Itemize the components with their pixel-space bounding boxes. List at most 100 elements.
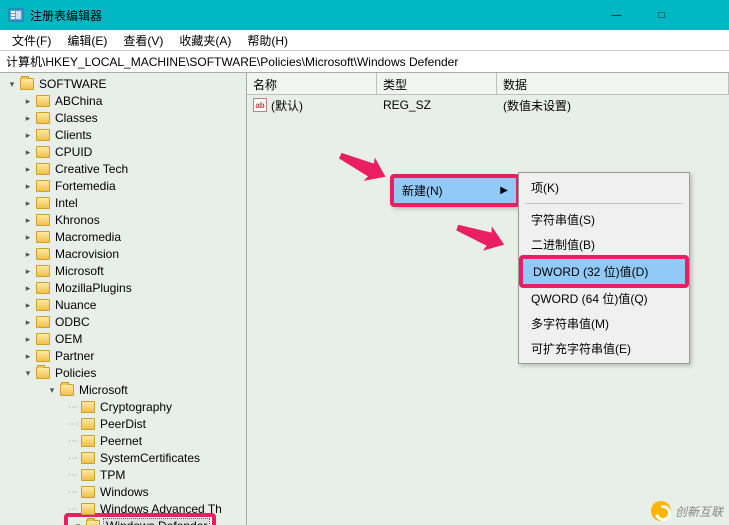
expander-right-icon[interactable]: ▸: [22, 231, 34, 243]
tree-node[interactable]: ▸OEM: [0, 331, 246, 347]
expander-right-icon[interactable]: ▸: [22, 248, 34, 260]
tree-node[interactable]: ▸CPUID: [0, 144, 246, 160]
tree-node[interactable]: ▸Macrovision: [0, 246, 246, 262]
menu-view[interactable]: 查看(V): [115, 30, 171, 51]
tree-node[interactable]: ⋯Windows: [0, 484, 246, 500]
menu-file[interactable]: 文件(F): [4, 30, 59, 51]
menu-item-string[interactable]: 字符串值(S): [521, 207, 687, 232]
annotation-arrow-icon: [451, 215, 508, 260]
menu-item-dword[interactable]: DWORD (32 位)值(D): [523, 259, 685, 284]
menu-item-binary[interactable]: 二进制值(B): [521, 232, 687, 257]
menu-item-multistring[interactable]: 多字符串值(M): [521, 311, 687, 336]
menu-edit[interactable]: 编辑(E): [59, 30, 115, 51]
folder-icon: [81, 401, 95, 413]
expander-down-icon[interactable]: ▾: [22, 367, 34, 379]
folder-icon: [36, 316, 50, 328]
tree-node[interactable]: ▸Fortemedia: [0, 178, 246, 194]
watermark-text: 创新互联: [675, 503, 723, 520]
expander-right-icon[interactable]: ▸: [22, 333, 34, 345]
maximize-button[interactable]: □: [639, 0, 684, 30]
menu-help[interactable]: 帮助(H): [239, 30, 296, 51]
minimize-button[interactable]: —: [594, 0, 639, 30]
tree-node[interactable]: ▾Policies: [0, 365, 246, 381]
expander-right-icon[interactable]: ▸: [22, 112, 34, 124]
window-title: 注册表编辑器: [30, 7, 594, 24]
tree-node[interactable]: ▸Clients: [0, 127, 246, 143]
tree-node[interactable]: ▸ODBC: [0, 314, 246, 330]
expander-right-icon[interactable]: ▸: [22, 129, 34, 141]
column-header-type[interactable]: 类型: [377, 73, 497, 94]
expander-right-icon[interactable]: ▸: [22, 316, 34, 328]
menu-item-new[interactable]: 新建(N) ▶: [394, 178, 516, 203]
tree-node[interactable]: ▸Partner: [0, 348, 246, 364]
menu-item-key[interactable]: 项(K): [521, 175, 687, 200]
tree-node[interactable]: ▸Macromedia: [0, 229, 246, 245]
tree-guide-icon: ⋯: [68, 453, 77, 464]
folder-icon: [36, 214, 50, 226]
column-header-name[interactable]: 名称: [247, 73, 377, 94]
folder-icon: [36, 146, 50, 158]
column-header-data[interactable]: 数据: [497, 73, 729, 94]
tree-node[interactable]: ▸Microsoft: [0, 263, 246, 279]
folder-icon: [36, 112, 50, 124]
expander-right-icon[interactable]: ▸: [22, 95, 34, 107]
tree-node[interactable]: ⋯SystemCertificates: [0, 450, 246, 466]
tree-node[interactable]: ⋯Cryptography: [0, 399, 246, 415]
tree-node[interactable]: ▸Classes: [0, 110, 246, 126]
expander-right-icon[interactable]: ▸: [22, 299, 34, 311]
expander-down-icon[interactable]: ▾: [46, 384, 58, 396]
folder-icon: [20, 78, 34, 90]
folder-icon: [60, 384, 74, 396]
folder-icon: [36, 163, 50, 175]
tree-node[interactable]: ▸Nuance: [0, 297, 246, 313]
highlight-annotation: DWORD (32 位)值(D): [519, 255, 689, 288]
tree-node-windows-defender[interactable]: ▾ Windows Defender: [0, 518, 246, 525]
tree-node[interactable]: ▸ABChina: [0, 93, 246, 109]
menu-favorites[interactable]: 收藏夹(A): [171, 30, 239, 51]
menu-item-qword[interactable]: QWORD (64 位)值(Q): [521, 286, 687, 311]
folder-icon: [36, 282, 50, 294]
address-bar[interactable]: 计算机\HKEY_LOCAL_MACHINE\SOFTWARE\Policies…: [0, 51, 729, 73]
menu-item-expandstring[interactable]: 可扩充字符串值(E): [521, 336, 687, 361]
tree-guide-icon: ⋯: [68, 402, 77, 413]
expander-down-icon[interactable]: ▾: [6, 78, 18, 90]
watermark: 创新互联: [651, 501, 723, 521]
tree-node-microsoft[interactable]: ▾ Microsoft: [0, 382, 246, 398]
tree-node[interactable]: ⋯PeerDist: [0, 416, 246, 432]
watermark-logo-icon: [651, 501, 671, 521]
folder-icon: [81, 418, 95, 430]
tree-node[interactable]: ▸MozillaPlugins: [0, 280, 246, 296]
tree-node[interactable]: ⋯Peernet: [0, 433, 246, 449]
expander-right-icon[interactable]: ▸: [22, 163, 34, 175]
menu-bar: 文件(F) 编辑(E) 查看(V) 收藏夹(A) 帮助(H): [0, 30, 729, 51]
expander-right-icon[interactable]: ▸: [22, 214, 34, 226]
folder-icon: [36, 265, 50, 277]
tree-panel[interactable]: ▾ SOFTWARE ▸ABChina▸Classes▸Clients▸CPUI…: [0, 73, 247, 525]
folder-icon: [36, 333, 50, 345]
close-button[interactable]: [684, 0, 729, 30]
expander-right-icon[interactable]: ▸: [22, 265, 34, 277]
context-menu-new: 新建(N) ▶: [390, 174, 520, 207]
expander-right-icon[interactable]: ▸: [22, 282, 34, 294]
tree-guide-icon: ⋯: [68, 436, 77, 447]
regedit-icon: [8, 7, 24, 23]
expander-right-icon[interactable]: ▸: [22, 350, 34, 362]
tree-node[interactable]: ▸Khronos: [0, 212, 246, 228]
folder-icon: [81, 452, 95, 464]
expander-right-icon[interactable]: ▸: [22, 197, 34, 209]
tree-node[interactable]: ▸Intel: [0, 195, 246, 211]
folder-icon: [36, 180, 50, 192]
folder-icon: [36, 367, 50, 379]
submenu-arrow-icon: ▶: [500, 185, 508, 196]
folder-icon: [81, 435, 95, 447]
folder-icon: [81, 486, 95, 498]
expander-down-icon[interactable]: ▾: [72, 520, 84, 525]
tree-node[interactable]: ⋯TPM: [0, 467, 246, 483]
tree-node-software[interactable]: ▾ SOFTWARE: [0, 76, 246, 92]
expander-right-icon[interactable]: ▸: [22, 180, 34, 192]
list-row[interactable]: ab (默认) REG_SZ (数值未设置): [247, 95, 729, 113]
value-data: (数值未设置): [497, 97, 729, 114]
expander-right-icon[interactable]: ▸: [22, 146, 34, 158]
tree-node[interactable]: ▸Creative Tech: [0, 161, 246, 177]
folder-icon: [81, 469, 95, 481]
